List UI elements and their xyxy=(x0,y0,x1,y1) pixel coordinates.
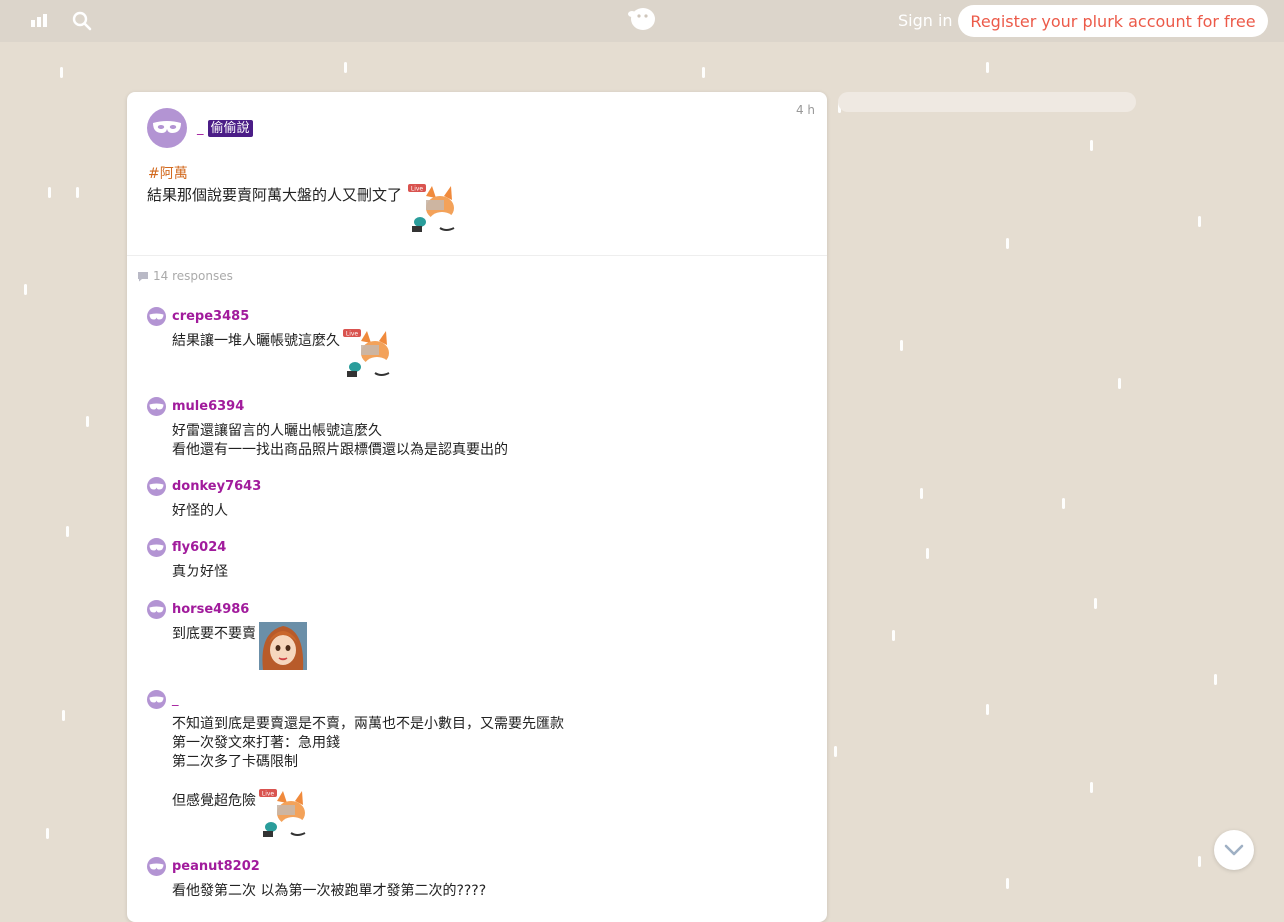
response-text: 好雷還讓留言的人曬出帳號這麼久 xyxy=(172,423,382,439)
response-author[interactable]: _ xyxy=(172,692,179,707)
author-name[interactable]: _ xyxy=(197,121,204,136)
response-author[interactable]: fly6024 xyxy=(172,540,226,555)
author-line: _ 偷偷說 xyxy=(197,120,253,137)
register-button[interactable]: Register your plurk account for free xyxy=(958,5,1268,37)
scroll-down-button[interactable] xyxy=(1214,830,1254,870)
response-text: 第二次多了卡碼限制 xyxy=(172,754,298,770)
response-text: 看他發第二次 以為第一次被跑單才發第二次的???? xyxy=(172,883,487,899)
mask-avatar-icon xyxy=(149,696,164,702)
live-badge: Live xyxy=(411,186,424,193)
comment-icon xyxy=(138,271,148,281)
mask-avatar-icon xyxy=(149,483,164,489)
chevron-down-icon xyxy=(1224,844,1244,856)
response-avatar[interactable] xyxy=(147,538,166,557)
response-author[interactable]: donkey7643 xyxy=(172,479,261,494)
response-text: 但感覺超危險 xyxy=(172,793,256,809)
mask-avatar-icon xyxy=(149,606,164,612)
mask-avatar-icon xyxy=(149,544,164,550)
search-icon[interactable] xyxy=(72,11,92,31)
response-avatar[interactable] xyxy=(147,857,166,876)
sidebar-placeholder xyxy=(838,92,1136,112)
top-bar: Sign in Register your plurk account for … xyxy=(0,0,1284,42)
response-author[interactable]: peanut8202 xyxy=(172,859,260,874)
mask-avatar-icon xyxy=(153,121,181,133)
response-text: 結果讓一堆人曬帳號這麼久 xyxy=(172,333,340,349)
response-text: 不知道到底是要賣還是不賣，兩萬也不是小數目，又需要先匯款 xyxy=(172,716,564,732)
mask-avatar-icon xyxy=(149,313,164,319)
response-avatar[interactable] xyxy=(147,600,166,619)
response-avatar[interactable] xyxy=(147,690,166,709)
divider xyxy=(127,255,827,256)
live-badge: Live xyxy=(346,331,359,338)
response-text: 到底要不要賣 xyxy=(172,626,256,642)
mask-avatar-icon xyxy=(149,403,164,409)
fox-sticker-icon: Live xyxy=(343,329,393,381)
response-avatar[interactable] xyxy=(147,307,166,326)
responses-count[interactable]: 14 responses xyxy=(137,269,233,283)
response-text: 看他還有一一找出商品照片跟標價還以為是認真要出的 xyxy=(172,442,508,458)
sign-in-link[interactable]: Sign in xyxy=(898,11,953,30)
responses-count-label: 14 responses xyxy=(153,269,233,283)
response-avatar[interactable] xyxy=(147,477,166,496)
plurk-logo-icon[interactable] xyxy=(626,5,658,33)
post-time[interactable]: 4 h xyxy=(796,103,815,117)
response-avatar[interactable] xyxy=(147,397,166,416)
response-text: 第一次發文來打著：急用錢 xyxy=(172,735,340,751)
post-content: 結果那個說要賣阿萬大盤的人又刪文了 xyxy=(147,186,403,204)
response-author[interactable]: mule6394 xyxy=(172,399,244,414)
mask-avatar-icon xyxy=(149,863,164,869)
anime-girl-image xyxy=(259,622,307,674)
response-author[interactable]: horse4986 xyxy=(172,602,249,617)
qualifier-badge: 偷偷說 xyxy=(207,120,253,137)
live-badge: Live xyxy=(262,791,275,798)
response-author[interactable]: crepe3485 xyxy=(172,309,249,324)
plurk-card: 4 h _ 偷偷說 #阿萬 結果那個說要賣阿萬大盤的人又刪文了 Live 14 … xyxy=(127,92,827,922)
fox-sticker-icon: Live xyxy=(408,184,458,236)
author-avatar[interactable] xyxy=(147,108,187,148)
response-text: 好怪的人 xyxy=(172,503,228,519)
hashtag-link[interactable]: #阿萬 xyxy=(148,163,188,183)
fox-sticker-icon: Live xyxy=(259,789,309,841)
stats-icon[interactable] xyxy=(30,11,50,31)
response-text: 真ㄉ好怪 xyxy=(172,564,228,580)
